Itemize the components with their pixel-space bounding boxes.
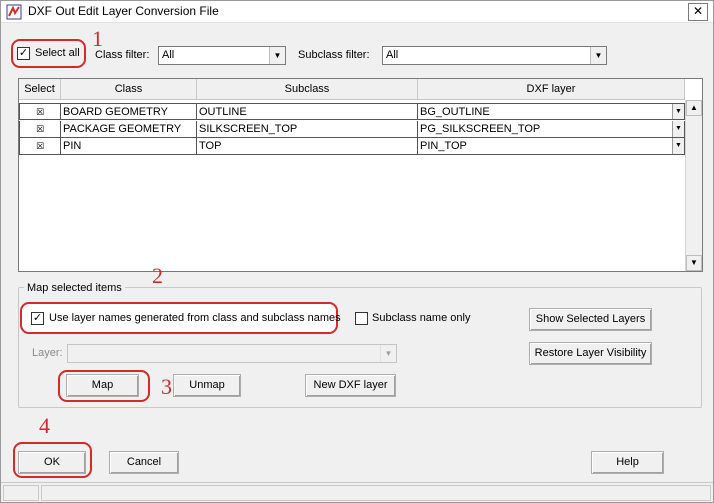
class-filter-label: Class filter: (95, 49, 150, 61)
row-select-checkbox[interactable]: ☒ (19, 103, 61, 120)
ok-button[interactable]: OK (18, 451, 86, 474)
chevron-down-icon[interactable]: ▼ (672, 138, 684, 154)
window-title: DXF Out Edit Layer Conversion File (28, 4, 219, 18)
dxf-layer-dropdown[interactable]: PG_SILKSCREEN_TOP ▼ (418, 121, 685, 138)
class-filter-value: All (162, 49, 175, 61)
title-bar: DXF Out Edit Layer Conversion File ✕ (1, 1, 713, 23)
use-layer-names-label: Use layer names generated from class and… (49, 312, 341, 324)
row-select-checkbox[interactable]: ☒ (19, 138, 61, 155)
chevron-down-icon: ▼ (269, 47, 285, 64)
class-cell: BOARD GEOMETRY (61, 103, 197, 120)
subclass-cell: OUTLINE (197, 103, 418, 120)
dialog-window: DXF Out Edit Layer Conversion File ✕ ✓ S… (0, 0, 714, 503)
subclass-filter-label: Subclass filter: (298, 49, 370, 61)
column-header-subclass[interactable]: Subclass (197, 79, 418, 100)
table-row[interactable]: ☒ PIN TOP PIN_TOP ▼ (19, 138, 685, 155)
column-header-select[interactable]: Select (19, 79, 61, 100)
layer-table: Select Class Subclass DXF layer ☒ BOARD … (18, 78, 703, 272)
chevron-down-icon[interactable]: ▼ (672, 121, 684, 137)
column-header-class[interactable]: Class (61, 79, 197, 100)
arrow-down-icon: ▼ (690, 258, 698, 267)
row-select-checkbox[interactable]: ☒ (19, 121, 61, 138)
chevron-down-icon[interactable]: ▼ (672, 104, 684, 119)
layer-dropdown[interactable]: ▼ (67, 344, 397, 363)
dxf-layer-value: PIN_TOP (420, 140, 467, 152)
scroll-up-button[interactable]: ▲ (686, 100, 702, 116)
subclass-cell: SILKSCREEN_TOP (197, 121, 418, 138)
select-all-label: Select all (35, 47, 80, 59)
layer-label: Layer: (32, 347, 63, 359)
new-dxf-layer-button[interactable]: New DXF layer (305, 374, 396, 397)
status-bar (1, 482, 713, 502)
dxf-app-icon (6, 4, 22, 20)
table-row[interactable]: ☒ PACKAGE GEOMETRY SILKSCREEN_TOP PG_SIL… (19, 121, 685, 138)
subclass-name-only-label: Subclass name only (372, 312, 471, 324)
restore-layer-visibility-button[interactable]: Restore Layer Visibility (529, 342, 652, 365)
subclass-filter-dropdown[interactable]: All ▼ (382, 46, 607, 65)
check-icon: ✓ (32, 312, 43, 324)
table-scrollbar[interactable]: ▲ ▼ (685, 100, 702, 271)
class-cell: PIN (61, 138, 197, 155)
table-header: Select Class Subclass DXF layer (19, 79, 685, 100)
column-header-dxf-layer[interactable]: DXF layer (418, 79, 685, 100)
select-all-checkbox[interactable]: ✓ (17, 47, 30, 60)
map-button[interactable]: Map (66, 374, 139, 397)
arrow-up-icon: ▲ (690, 103, 698, 112)
dxf-layer-dropdown[interactable]: BG_OUTLINE ▼ (418, 103, 685, 120)
annotation-number-4: 4 (39, 413, 50, 438)
status-pane (3, 485, 39, 501)
chevron-down-icon: ▼ (590, 47, 606, 64)
close-button[interactable]: ✕ (688, 3, 708, 21)
group-title: Map selected items (24, 282, 125, 294)
dxf-layer-dropdown[interactable]: PIN_TOP ▼ (418, 138, 685, 155)
subclass-name-only-checkbox[interactable] (355, 312, 368, 325)
class-cell: PACKAGE GEOMETRY (61, 121, 197, 138)
dxf-layer-value: PG_SILKSCREEN_TOP (420, 123, 541, 135)
show-selected-layers-button[interactable]: Show Selected Layers (529, 308, 652, 331)
unmap-button[interactable]: Unmap (173, 374, 241, 397)
chevron-down-icon: ▼ (380, 345, 396, 362)
cancel-button[interactable]: Cancel (109, 451, 179, 474)
use-layer-names-checkbox[interactable]: ✓ (31, 312, 44, 325)
scroll-down-button[interactable]: ▼ (686, 255, 702, 271)
check-icon: ✓ (18, 47, 29, 59)
status-pane (41, 485, 711, 501)
dxf-layer-value: BG_OUTLINE (420, 106, 490, 118)
subclass-filter-value: All (386, 49, 399, 61)
help-button[interactable]: Help (591, 451, 664, 474)
class-filter-dropdown[interactable]: All ▼ (158, 46, 286, 65)
close-icon: ✕ (692, 4, 704, 18)
table-row[interactable]: ☒ BOARD GEOMETRY OUTLINE BG_OUTLINE ▼ (19, 103, 685, 120)
subclass-cell: TOP (197, 138, 418, 155)
